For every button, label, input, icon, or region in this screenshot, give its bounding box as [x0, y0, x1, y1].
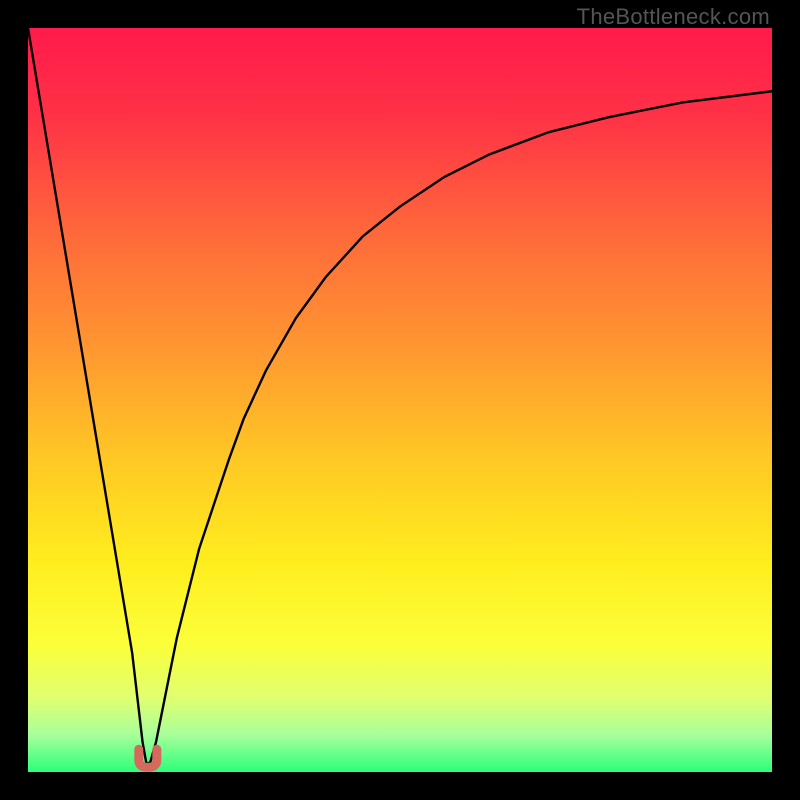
watermark-text: TheBottleneck.com — [577, 4, 770, 30]
plot-area — [28, 28, 772, 772]
chart-background — [28, 28, 772, 772]
chart-frame: TheBottleneck.com — [0, 0, 800, 800]
chart-svg — [28, 28, 772, 772]
